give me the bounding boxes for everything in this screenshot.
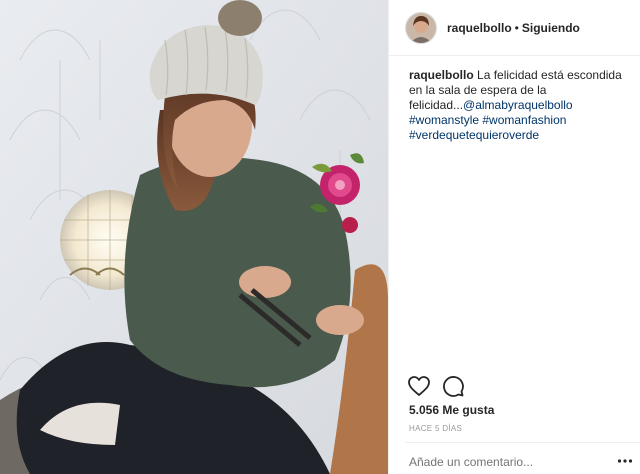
post-actions: [407, 374, 465, 398]
header-separator: •: [514, 20, 519, 35]
comment-input[interactable]: [409, 455, 619, 469]
heart-icon[interactable]: [407, 374, 431, 398]
comment-bubble-icon[interactable]: [441, 374, 465, 398]
post-caption: raquelbollo La felicidad está escondida …: [409, 68, 627, 143]
instagram-post: raquelbollo • Siguiendo raquelbollo La f…: [0, 0, 640, 474]
like-count[interactable]: 5.056 Me gusta: [409, 403, 494, 417]
hashtag-womanfashion[interactable]: #womanfashion: [482, 113, 566, 127]
hashtag-verdequetequieroverde[interactable]: #verdequetequieroverde: [409, 128, 539, 142]
caption-mention[interactable]: @almabyraquelbollo: [463, 98, 573, 112]
avatar-image: [406, 12, 436, 43]
post-sidebar: raquelbollo • Siguiendo raquelbollo La f…: [388, 0, 640, 474]
comment-divider: [405, 442, 640, 443]
post-timestamp[interactable]: HACE 5 DÍAS: [409, 424, 462, 433]
avatar[interactable]: [405, 11, 437, 44]
following-button[interactable]: Siguiendo: [522, 21, 580, 35]
hashtag-womanstyle[interactable]: #womanstyle: [409, 113, 479, 127]
more-options-icon[interactable]: [616, 452, 634, 470]
caption-username[interactable]: raquelbollo: [409, 68, 474, 82]
post-header: raquelbollo • Siguiendo: [389, 0, 640, 56]
post-photo[interactable]: [0, 0, 388, 474]
post-author-username[interactable]: raquelbollo: [447, 21, 512, 35]
photo-illustration: [0, 0, 388, 474]
